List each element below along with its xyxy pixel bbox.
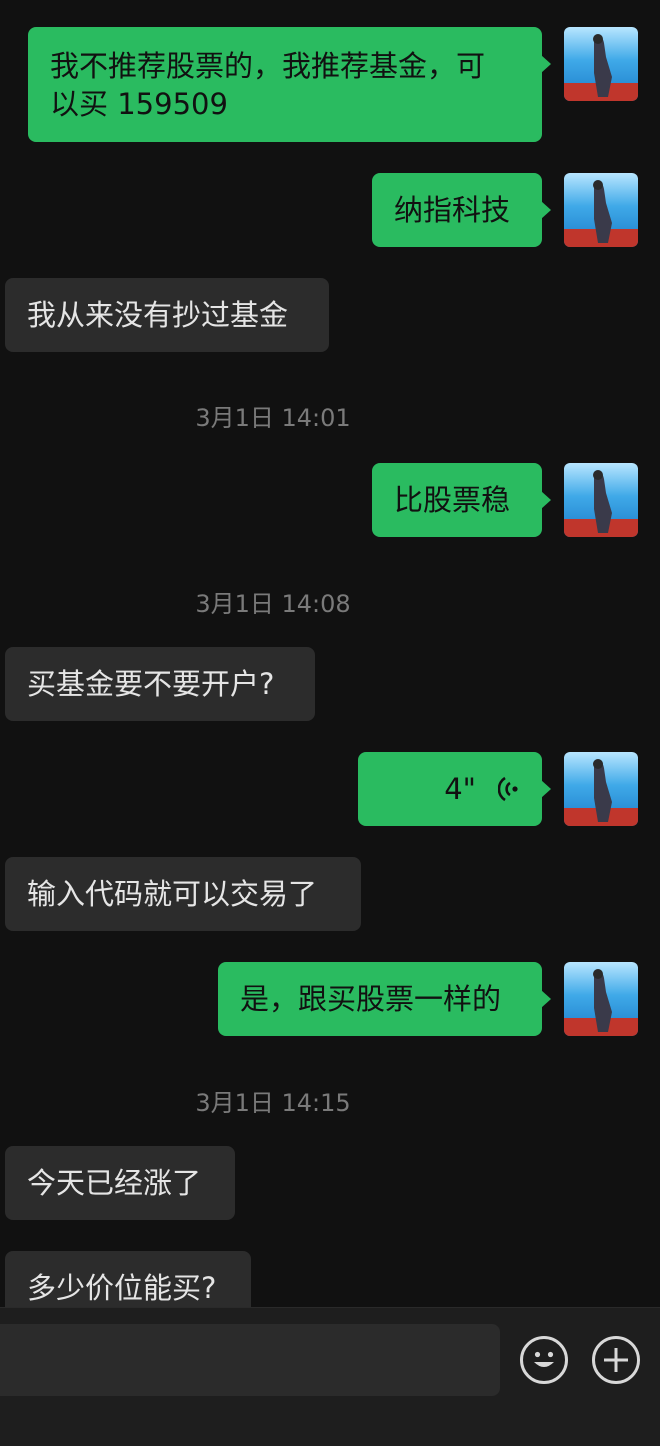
message-bubble-incoming[interactable]: 买基金要不要开户? xyxy=(5,647,315,721)
message-text: 买基金要不要开户? xyxy=(27,667,275,701)
message-bubble-incoming[interactable]: 输入代码就可以交易了 xyxy=(5,857,361,931)
message-text: 多少价位能买? xyxy=(27,1271,217,1305)
input-bar xyxy=(0,1307,660,1446)
timestamp: 3月1日 14:15 xyxy=(195,1089,351,1117)
message-text: 输入代码就可以交易了 xyxy=(27,877,318,911)
message-text-line: 以买 159509 xyxy=(50,87,228,121)
avatar[interactable] xyxy=(564,27,638,101)
emoji-icon[interactable] xyxy=(520,1336,568,1384)
message-bubble-outgoing[interactable]: 我不推荐股票的，我推荐基金，可 以买 159509 xyxy=(28,27,551,142)
message-bubble-outgoing[interactable]: 比股票稳 xyxy=(372,463,551,537)
timestamp: 3月1日 14:08 xyxy=(195,590,351,618)
message-bubble-outgoing[interactable]: 纳指科技 xyxy=(372,173,551,247)
avatar[interactable] xyxy=(564,962,638,1036)
message-text: 比股票稳 xyxy=(394,483,511,517)
voice-wave-icon xyxy=(497,774,520,804)
message-text: 今天已经涨了 xyxy=(27,1166,202,1200)
message-bubble-incoming[interactable]: 我从来没有抄过基金 xyxy=(5,278,329,352)
message-bubble-incoming[interactable]: 多少价位能买? xyxy=(5,1251,251,1307)
message-text-line: 我不推荐股票的，我推荐基金，可 xyxy=(50,49,486,83)
avatar[interactable] xyxy=(564,463,638,537)
message-text: 纳指科技 xyxy=(394,193,511,227)
avatar[interactable] xyxy=(564,752,638,826)
voice-message-bubble[interactable]: 4" xyxy=(358,752,551,826)
plus-icon[interactable] xyxy=(592,1336,640,1384)
avatar[interactable] xyxy=(564,173,638,247)
message-bubble-incoming[interactable]: 今天已经涨了 xyxy=(5,1146,235,1220)
message-bubble-outgoing[interactable]: 是，跟买股票一样的 xyxy=(218,962,551,1036)
message-text: 是，跟买股票一样的 xyxy=(240,982,502,1016)
chat-area: 我不推荐股票的，我推荐基金，可 以买 159509 纳指科技 我从来没有抄过基金… xyxy=(0,0,660,1307)
timestamp: 3月1日 14:01 xyxy=(195,404,351,432)
voice-duration: 4" xyxy=(444,772,476,806)
message-text: 我从来没有抄过基金 xyxy=(27,298,289,332)
message-input[interactable] xyxy=(0,1324,500,1396)
